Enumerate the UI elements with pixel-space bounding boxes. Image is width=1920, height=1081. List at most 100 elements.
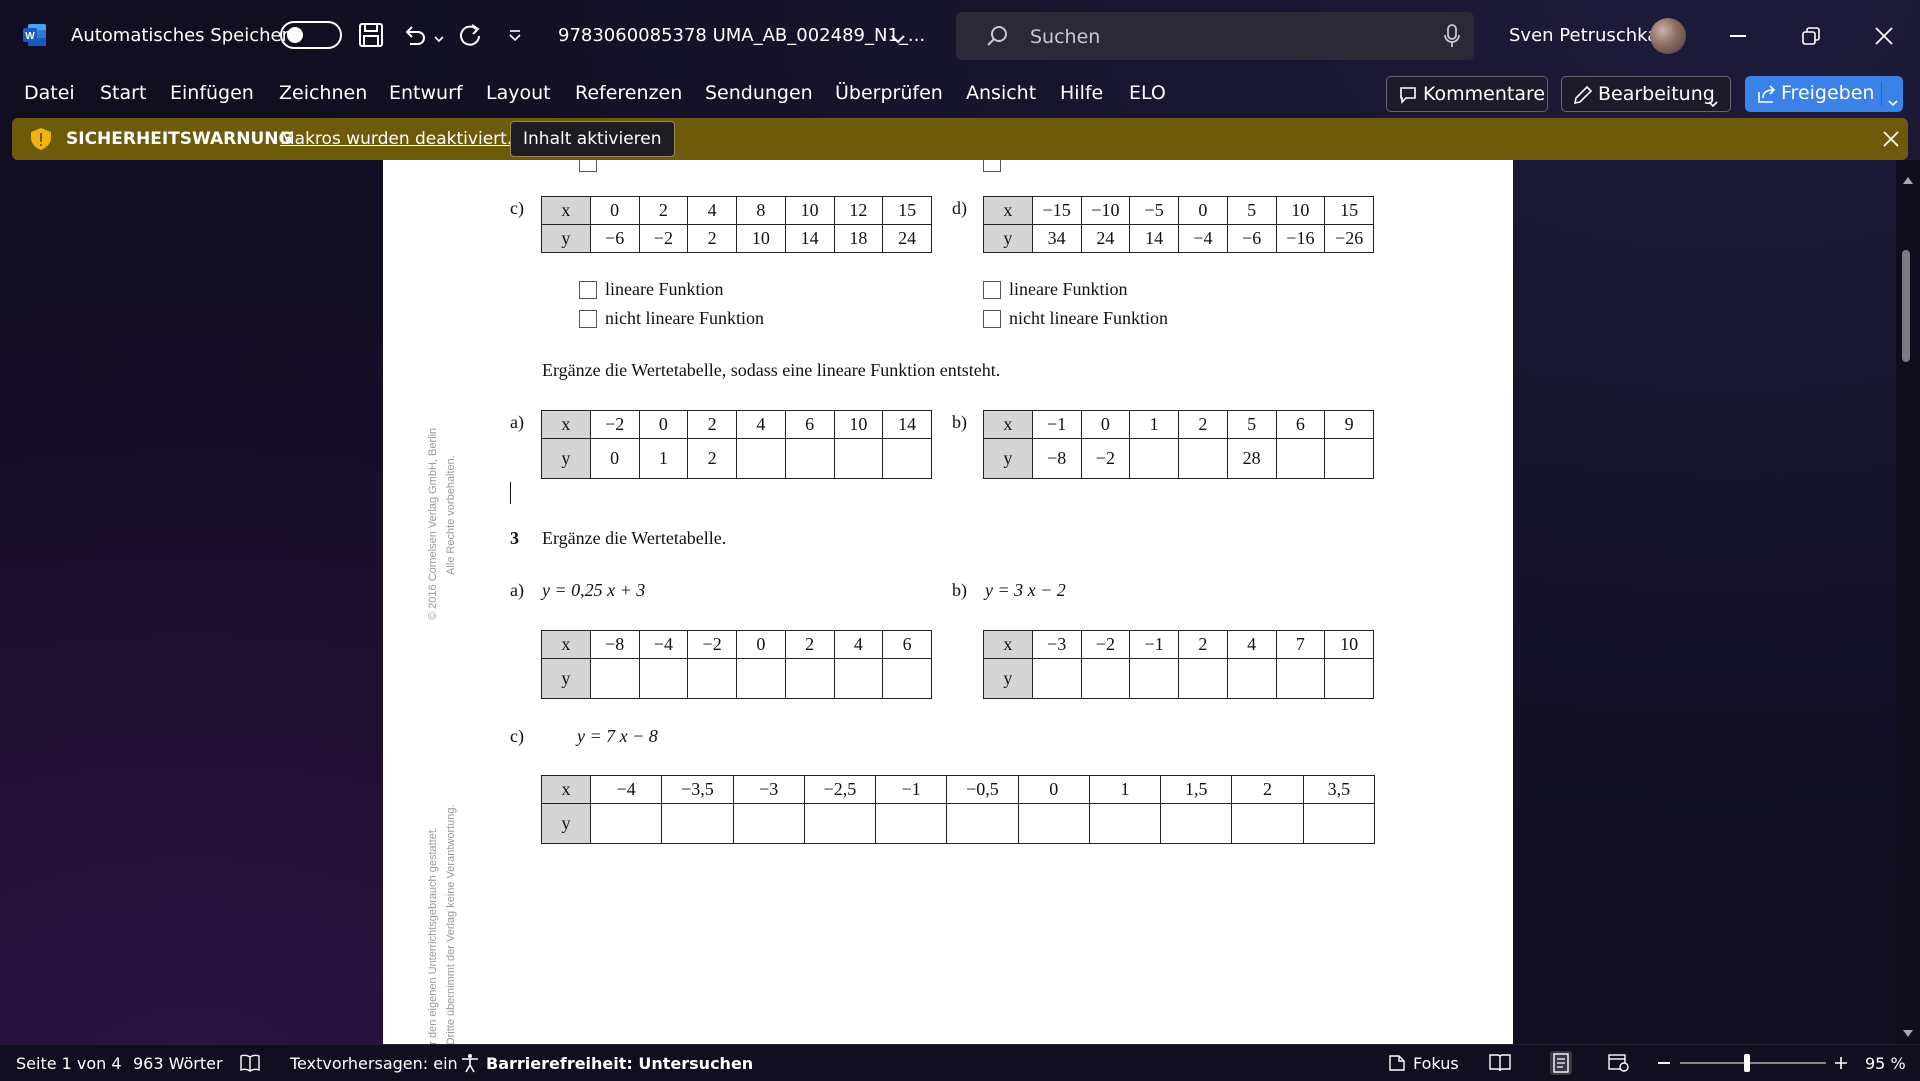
menu-hilfe[interactable]: Hilfe (1060, 82, 1103, 104)
table-cell[interactable] (784, 658, 835, 699)
table-cell[interactable] (1231, 803, 1304, 844)
editing-mode-button[interactable]: Bearbeitung (1561, 76, 1731, 112)
vertical-scrollbar[interactable] (1896, 160, 1920, 1044)
word-app-icon[interactable]: W (22, 22, 48, 48)
comments-button[interactable]: Kommentare (1386, 76, 1548, 112)
table-cell[interactable] (1178, 658, 1228, 699)
avatar[interactable] (1650, 18, 1686, 54)
enable-content-button[interactable]: Inhalt aktivieren (510, 121, 675, 157)
table-cell[interactable] (882, 438, 932, 479)
menu-ansicht[interactable]: Ansicht (966, 82, 1036, 104)
table-cell[interactable] (1088, 803, 1162, 844)
menu-datei[interactable]: Datei (24, 82, 75, 104)
checkbox-c-nonlinear[interactable] (579, 310, 597, 328)
table-cell[interactable] (946, 803, 1019, 844)
autosave-toggle[interactable] (280, 21, 342, 49)
page-indicator[interactable]: Seite 1 von 4 (16, 1054, 122, 1073)
word-count[interactable]: 963 Wörter (133, 1054, 223, 1073)
table-cell[interactable] (784, 438, 835, 479)
security-bar-close-icon[interactable] (1883, 131, 1899, 151)
search-input[interactable] (1028, 12, 1412, 62)
print-layout-icon[interactable] (1550, 1051, 1572, 1075)
search-box[interactable] (956, 12, 1474, 62)
table-cell[interactable] (1324, 438, 1374, 479)
title-chevron-down-icon[interactable] (890, 29, 906, 48)
table-cell[interactable] (1129, 438, 1179, 479)
table-cell[interactable] (1178, 438, 1228, 479)
web-layout-icon[interactable] (1608, 1053, 1630, 1077)
menu-start[interactable]: Start (100, 82, 146, 104)
accessibility-status[interactable]: Barrierefreiheit: Untersuchen (486, 1054, 753, 1073)
table-cell[interactable] (589, 658, 640, 699)
redo-icon[interactable] (458, 22, 484, 52)
table-cell[interactable]: 2 (687, 438, 737, 479)
table-cell[interactable] (687, 658, 737, 699)
microphone-icon[interactable] (1444, 24, 1460, 52)
menu-elo[interactable]: ELO (1129, 82, 1166, 104)
undo-icon[interactable] (402, 22, 428, 52)
table-cell[interactable]: 28 (1226, 438, 1277, 479)
table-cell[interactable] (661, 803, 734, 844)
table-cell[interactable] (1129, 658, 1179, 699)
table-cell[interactable] (732, 803, 805, 844)
minimize-icon[interactable] (1730, 35, 1746, 37)
undo-dropdown-chevron-icon[interactable] (434, 28, 444, 47)
document-title[interactable]: 9783060085378 UMA_AB_002489_N1_... (558, 25, 925, 46)
table-cell[interactable]: 1 (638, 438, 689, 479)
table-cell[interactable] (1275, 438, 1326, 479)
zoom-in-icon[interactable] (1834, 1055, 1848, 1074)
scroll-up-arrow-icon[interactable] (1902, 170, 1914, 189)
macros-disabled-link[interactable]: Makros wurden deaktiviert. (280, 129, 512, 149)
table-cell[interactable] (833, 658, 884, 699)
table-cell[interactable]: 0 (589, 438, 640, 479)
checkbox-d-nonlinear[interactable] (983, 310, 1001, 328)
document-page[interactable]: c) x 0 2 4 8 10 12 15 y −6 −2 2 10 14 18… (383, 160, 1513, 1044)
table-cell[interactable] (736, 658, 786, 699)
table-cell[interactable] (803, 803, 877, 844)
table-cell[interactable] (1031, 658, 1082, 699)
user-name[interactable]: Sven Petruschka (1509, 25, 1658, 46)
table-cell[interactable] (736, 438, 786, 479)
table-cell[interactable] (1275, 658, 1326, 699)
table-cell[interactable] (833, 438, 884, 479)
table-cell[interactable]: −2 (1080, 438, 1131, 479)
zoom-out-icon[interactable] (1658, 1062, 1670, 1064)
save-icon[interactable] (358, 22, 384, 52)
menu-einfuegen[interactable]: Einfügen (170, 82, 254, 104)
menu-ueberpruefen[interactable]: Überprüfen (835, 82, 943, 104)
text-predictions-status[interactable]: Textvorhersagen: ein (290, 1054, 458, 1073)
checkbox-d-linear[interactable] (983, 281, 1001, 299)
share-button[interactable]: Freigeben (1745, 76, 1903, 112)
table-cell[interactable] (638, 658, 689, 699)
table-cell[interactable] (1302, 803, 1376, 844)
table-cell[interactable] (882, 658, 932, 699)
table-cell[interactable] (589, 803, 663, 844)
scroll-down-arrow-icon[interactable] (1902, 1024, 1914, 1043)
menu-sendungen[interactable]: Sendungen (705, 82, 813, 104)
table-cell[interactable] (1226, 658, 1277, 699)
table-cell[interactable]: −8 (1031, 438, 1082, 479)
table-cell[interactable] (875, 803, 948, 844)
table-cell[interactable] (1324, 658, 1374, 699)
menu-zeichnen[interactable]: Zeichnen (279, 82, 367, 104)
read-mode-icon[interactable] (1489, 1053, 1511, 1077)
scroll-thumb[interactable] (1902, 250, 1910, 362)
checkbox-hidden-right[interactable] (983, 160, 1001, 172)
checkbox-hidden-left[interactable] (579, 160, 597, 172)
checkbox-c-linear[interactable] (579, 281, 597, 299)
zoom-level[interactable]: 95 % (1865, 1054, 1906, 1073)
zoom-slider-thumb[interactable] (1744, 1054, 1750, 1072)
restore-icon[interactable] (1802, 27, 1820, 49)
table-cell[interactable] (1080, 658, 1131, 699)
table-cell[interactable] (1017, 803, 1090, 844)
focus-mode-button[interactable]: Fokus (1413, 1054, 1459, 1073)
close-icon[interactable] (1875, 27, 1893, 49)
menu-referenzen[interactable]: Referenzen (575, 82, 682, 104)
zoom-slider-track[interactable] (1680, 1062, 1826, 1064)
menu-layout[interactable]: Layout (486, 82, 551, 104)
menu-entwurf[interactable]: Entwurf (389, 82, 463, 104)
customize-toolbar-icon[interactable] (508, 28, 522, 47)
proofing-book-icon[interactable] (240, 1054, 260, 1076)
share-chevron-down-icon[interactable] (1888, 90, 1898, 112)
table-cell[interactable] (1160, 803, 1233, 844)
